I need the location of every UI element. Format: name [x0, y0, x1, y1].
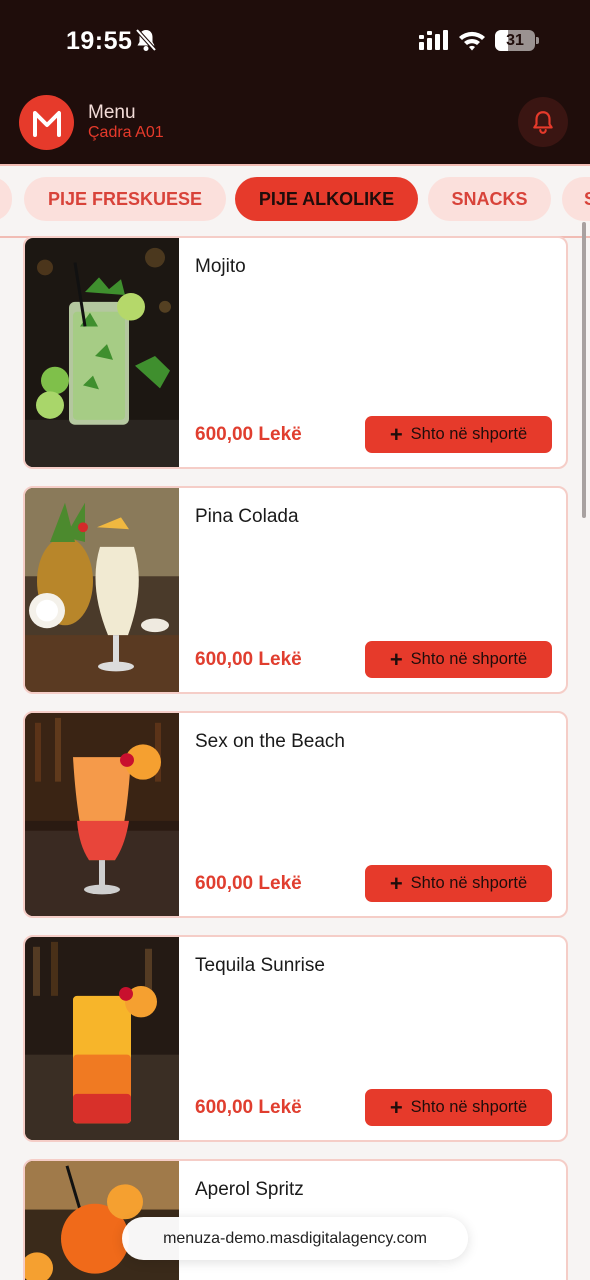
add-to-cart-label: Shto në shportë	[410, 650, 528, 668]
tab-snacks[interactable]: SNACKS	[428, 177, 551, 221]
product-image-mojito	[25, 238, 179, 467]
product-price: 600,00 Lekë	[195, 649, 302, 670]
add-to-cart-label: Shto në shportë	[410, 874, 528, 892]
product-name: Pina Colada	[195, 506, 299, 527]
product-name: Aperol Spritz	[195, 1179, 304, 1200]
category-tabs: PIJE FRESKUESE PIJE ALKOLIKE SNACKS S	[0, 164, 590, 238]
plus-icon: +	[389, 646, 403, 672]
header-location: Çadra A01	[88, 124, 164, 141]
tab-pije-freskuese[interactable]: PIJE FRESKUESE	[24, 177, 226, 221]
scrollbar[interactable]	[582, 222, 586, 518]
battery-icon: 31	[495, 30, 539, 51]
add-to-cart-label: Shto në shportë	[410, 1098, 528, 1116]
add-to-cart-button[interactable]: + Shto në shportë	[365, 416, 552, 453]
product-name: Tequila Sunrise	[195, 955, 325, 976]
wifi-icon	[459, 31, 485, 51]
plus-icon: +	[389, 870, 403, 896]
product-card-pina-colada[interactable]: Pina Colada 600,00 Lekë + Shto në shport…	[23, 486, 568, 694]
logo-mark	[32, 110, 61, 137]
tab-pije-alkolike[interactable]: PIJE ALKOLIKE	[235, 177, 418, 221]
product-image-pina-colada	[25, 488, 179, 692]
app-header: 19:55 31 Menu Çadra A01	[0, 0, 590, 164]
header-title: Menu	[88, 102, 136, 123]
add-to-cart-button[interactable]: + Shto në shportë	[365, 1089, 552, 1126]
product-price: 600,00 Lekë	[195, 873, 302, 894]
product-image-tequila-sunrise	[25, 937, 179, 1140]
bell-slash-icon	[135, 28, 157, 52]
product-card-sex-on-the-beach[interactable]: Sex on the Beach 600,00 Lekë + Shto në s…	[23, 711, 568, 918]
plus-icon: +	[389, 421, 403, 447]
product-image-sex-on-the-beach	[25, 713, 179, 916]
browser-url-bar[interactable]: menuza-demo.masdigitalagency.com	[122, 1217, 468, 1260]
status-bar: 19:55 31	[0, 0, 590, 80]
tab-previous-category[interactable]	[0, 177, 12, 221]
product-price: 600,00 Lekë	[195, 424, 302, 445]
tab-next-category[interactable]: S	[562, 177, 590, 221]
product-card-tequila-sunrise[interactable]: Tequila Sunrise 600,00 Lekë + Shto në sh…	[23, 935, 568, 1142]
plus-icon: +	[389, 1094, 403, 1120]
battery-level: 31	[506, 32, 524, 49]
notifications-button[interactable]	[518, 97, 568, 147]
add-to-cart-label: Shto në shportë	[410, 425, 528, 443]
add-to-cart-button[interactable]: + Shto në shportë	[365, 865, 552, 902]
status-time: 19:55	[66, 27, 133, 55]
logo-icon[interactable]	[19, 95, 74, 150]
product-name: Sex on the Beach	[195, 731, 345, 752]
bell-icon	[533, 111, 553, 134]
signal-icon	[419, 30, 448, 50]
product-price: 600,00 Lekë	[195, 1097, 302, 1118]
product-name: Mojito	[195, 256, 246, 277]
product-card-mojito[interactable]: Mojito 600,00 Lekë + Shto në shportë	[23, 236, 568, 469]
add-to-cart-button[interactable]: + Shto në shportë	[365, 641, 552, 678]
